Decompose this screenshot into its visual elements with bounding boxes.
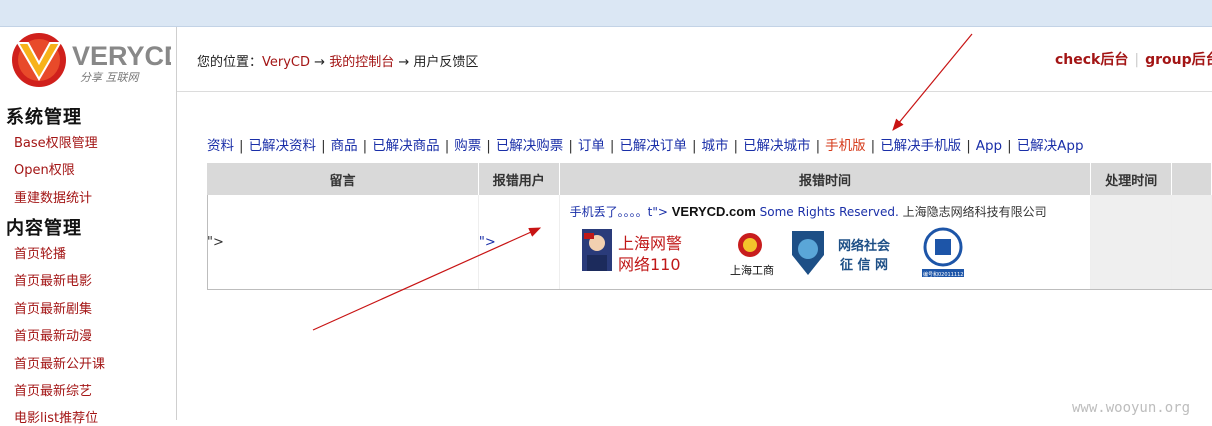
sidebar-item-base-permission[interactable]: Base权限管理 <box>14 132 98 151</box>
time-injected-text: 手机丢了。。。。t"> <box>569 205 668 219</box>
logo-slogan: 分享 互联网 <box>80 71 140 84</box>
tab-tickets[interactable]: 购票 <box>454 138 481 154</box>
cell-message: "> <box>207 195 479 290</box>
company-text: 上海隐志网络科技有限公司 <box>902 205 1047 219</box>
tab-resolved-orders[interactable]: 已解决订单 <box>619 138 687 154</box>
section-title-system: 系统管理 <box>6 107 82 128</box>
logo-text: VERYCD <box>72 41 171 71</box>
badge-strip: 上海网警 网络110 上海工商 网络社会 征 信 网 编号和020111125 <box>581 225 967 283</box>
sidebar-item-latest-movies[interactable]: 首页最新电影 <box>14 270 92 289</box>
aic-badge-icon[interactable]: 上海工商 <box>730 233 774 277</box>
police-badge-icon[interactable]: 上海网警 网络110 <box>581 229 682 274</box>
breadcrumb-console[interactable]: 我的控制台 <box>329 55 394 70</box>
header-links: check后台 | group后台 <box>1055 49 1212 69</box>
breadcrumb-prefix: 您的位置： <box>197 55 263 70</box>
watermark: www.wooyun.org <box>1072 400 1191 416</box>
cell-extra <box>1171 195 1212 290</box>
verycd-brand: VERYCD.com <box>671 204 756 219</box>
header-link-divider: | <box>1134 52 1140 68</box>
svg-text:上海工商: 上海工商 <box>730 263 774 277</box>
cell-time: 手机丢了。。。。t"> VERYCD.com Some Rights Reser… <box>559 195 1092 290</box>
tab-app[interactable]: App <box>976 138 1002 154</box>
sidebar-item-open-permission[interactable]: Open权限 <box>14 159 75 178</box>
browser-top-bar <box>0 0 1212 27</box>
feedback-table: 留言 报错用户 报错时间 处理时间 "> "> 手机丢了。。。。t"> VERY… <box>207 163 1212 290</box>
registry-badge-icon[interactable]: 编号和020111125 <box>921 227 967 278</box>
cell-user: "> <box>478 195 560 290</box>
col-header-processed: 处理时间 <box>1090 163 1173 195</box>
tab-resolved-goods[interactable]: 已解决商品 <box>372 138 440 154</box>
sidebar-item-home-carousel[interactable]: 首页轮播 <box>14 243 66 262</box>
badge-images: 上海网警 网络110 上海工商 网络社会 征 信 网 编号和020111125 <box>581 227 967 278</box>
tab-resolved-app[interactable]: 已解决App <box>1017 138 1084 154</box>
svg-text:网络110: 网络110 <box>618 255 681 274</box>
col-header-extra <box>1171 163 1212 195</box>
breadcrumb-sep: → <box>314 55 326 70</box>
page-header: 您的位置：VeryCD → 我的控制台 → 用户反馈区 check后台 | grou… <box>177 27 1212 92</box>
injected-footer-line: 手机丢了。。。。t"> VERYCD.com Some Rights Reser… <box>570 203 1047 220</box>
breadcrumb: 您的位置：VeryCD → 我的控制台 → 用户反馈区 <box>197 51 478 70</box>
verycd-logo[interactable]: VERYCD 分享 互联网 <box>6 29 184 91</box>
tab-goods[interactable]: 商品 <box>331 138 358 154</box>
breadcrumb-sep: → <box>398 55 410 70</box>
sidebar: VERYCD 分享 互联网 系统管理 Base权限管理 Open权限 重建数据统… <box>0 27 184 426</box>
svg-text:网络社会: 网络社会 <box>838 238 891 254</box>
sidebar-item-rebuild-stats[interactable]: 重建数据统计 <box>14 187 92 206</box>
group-admin-link[interactable]: group后台 <box>1145 52 1212 68</box>
col-header-time: 报错时间 <box>559 163 1092 195</box>
rights-text: Some Rights Reserved. <box>759 205 899 219</box>
verycd-logo-icon: VERYCD 分享 互联网 <box>12 33 184 87</box>
cell-processed <box>1090 195 1173 290</box>
tab-resolved-mobile[interactable]: 已解决手机版 <box>880 138 961 154</box>
sidebar-item-movie-list-recommend[interactable]: 电影list推荐位 <box>14 407 98 426</box>
svg-text:编号和020111125: 编号和020111125 <box>923 271 967 278</box>
tab-mobile[interactable]: 手机版 <box>825 138 866 154</box>
section-title-content: 内容管理 <box>6 218 82 239</box>
svg-text:征 信 网: 征 信 网 <box>840 257 888 273</box>
tab-resolved-cities[interactable]: 已解决城市 <box>743 138 811 154</box>
social-credit-badge-icon[interactable]: 网络社会 征 信 网 <box>791 231 891 275</box>
tab-resolved-profile[interactable]: 已解决资料 <box>249 138 317 154</box>
breadcrumb-current: 用户反馈区 <box>413 55 479 70</box>
feedback-tabs: 资料 | 已解决资料 | 商品 | 已解决商品 | 购票 | 已解决购票 | 订单 | 已解决订单 | 城市 | 已… <box>207 138 1084 154</box>
sidebar-item-latest-series[interactable]: 首页最新剧集 <box>14 298 92 317</box>
breadcrumb-verycd[interactable]: VeryCD <box>262 55 310 70</box>
sidebar-item-latest-anime[interactable]: 首页最新动漫 <box>14 325 92 344</box>
col-header-message: 留言 <box>207 163 479 195</box>
tab-profile[interactable]: 资料 <box>207 138 234 154</box>
table-row: "> "> 手机丢了。。。。t"> VERYCD.com Some Rights… <box>207 195 1212 290</box>
sidebar-item-latest-open-courses[interactable]: 首页最新公开课 <box>14 353 105 372</box>
svg-text:上海网警: 上海网警 <box>618 234 682 253</box>
tab-cities[interactable]: 城市 <box>702 138 729 154</box>
col-header-user: 报错用户 <box>478 163 560 195</box>
sidebar-item-latest-variety[interactable]: 首页最新综艺 <box>14 380 92 399</box>
tab-orders[interactable]: 订单 <box>578 138 605 154</box>
check-admin-link[interactable]: check后台 <box>1055 52 1128 68</box>
tab-resolved-tickets[interactable]: 已解决购票 <box>496 138 564 154</box>
